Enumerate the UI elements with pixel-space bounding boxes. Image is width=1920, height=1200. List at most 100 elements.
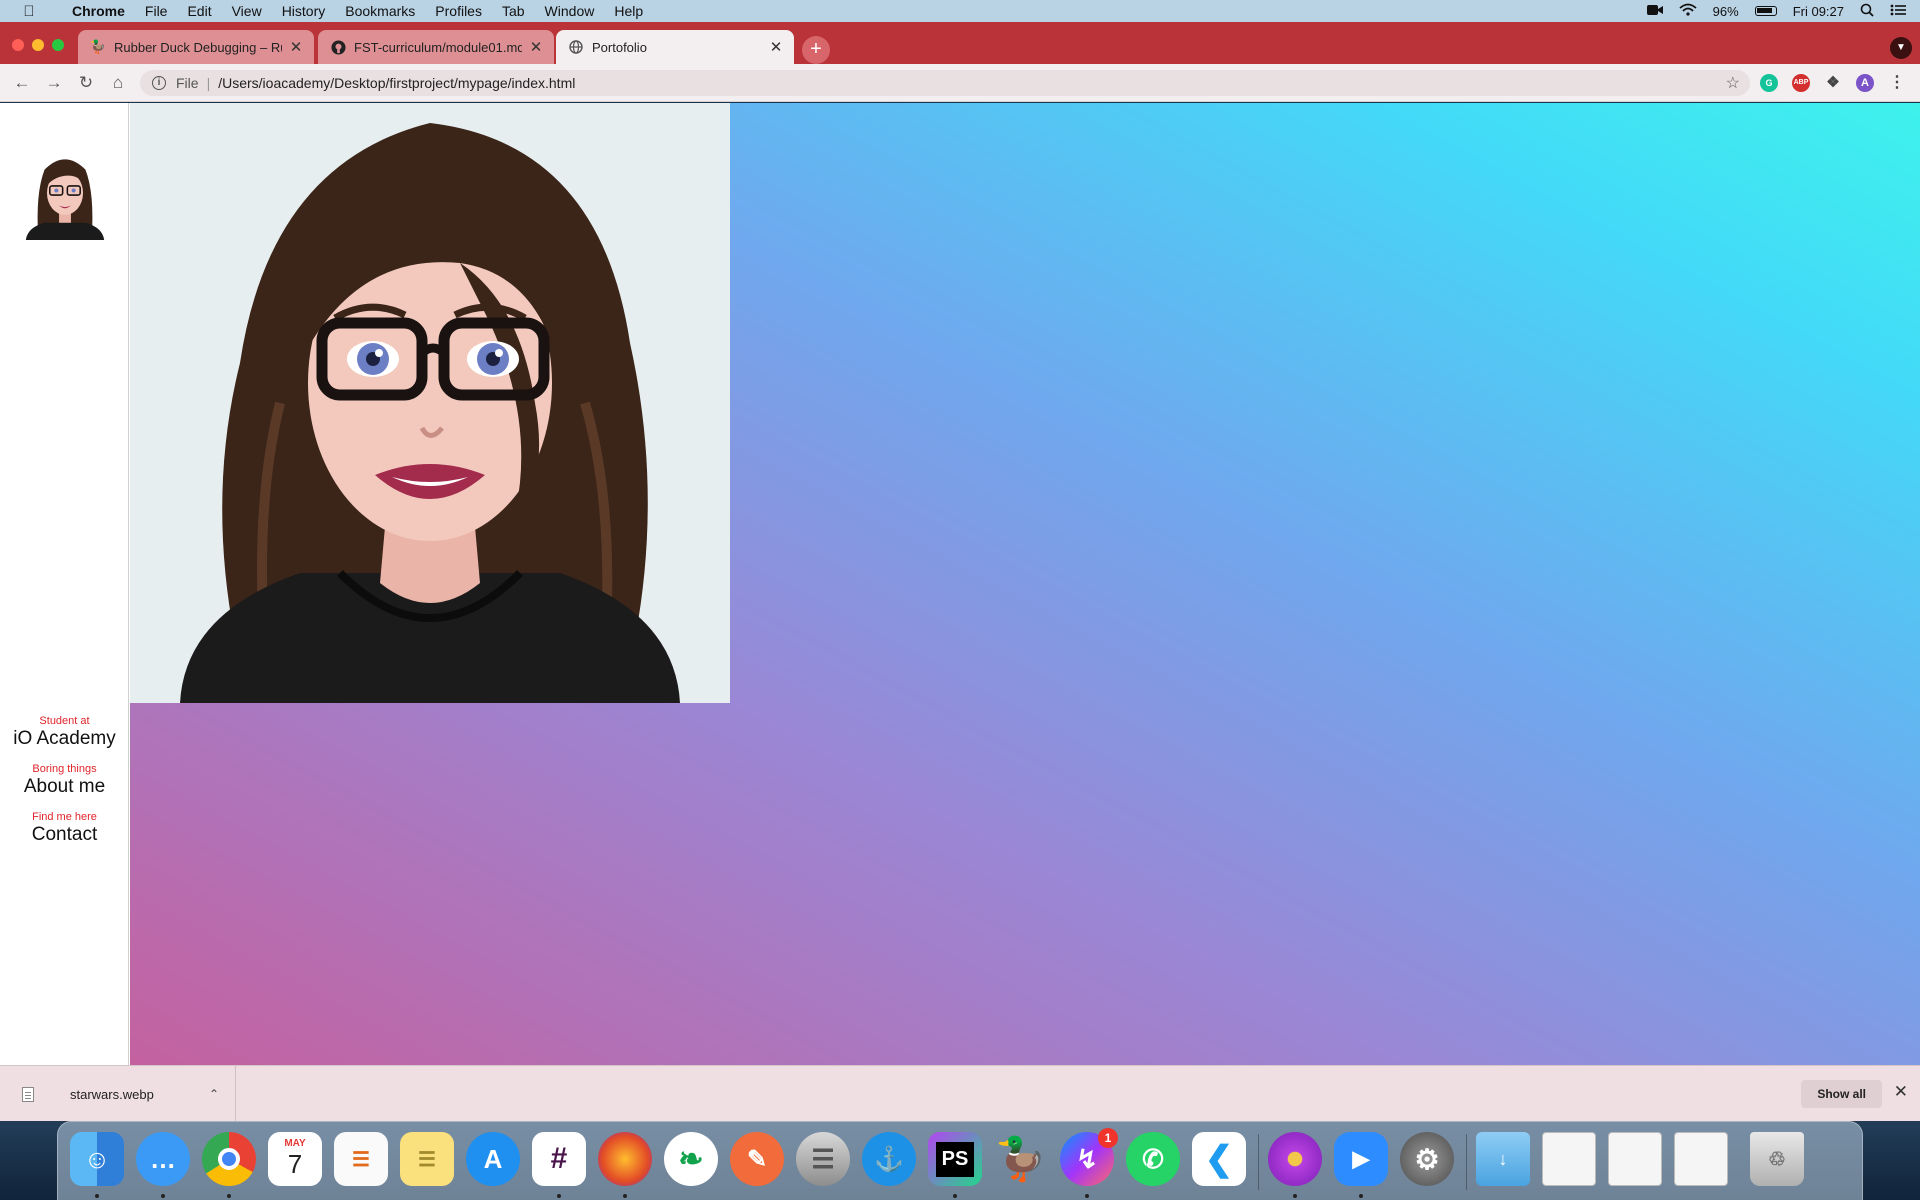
url-text[interactable]: /Users/ioacademy/Desktop/firstproject/my…	[218, 75, 575, 91]
menu-help[interactable]: Help	[614, 3, 643, 19]
site-info-icon[interactable]: i	[152, 76, 166, 90]
reload-icon[interactable]: ↻	[70, 73, 102, 93]
running-indicator	[95, 1194, 99, 1198]
apple-menu-icon[interactable]: 	[18, 3, 40, 20]
tab-close-icon[interactable]: ✕	[288, 38, 304, 56]
window-minimize-button[interactable]	[32, 39, 44, 51]
running-indicator	[557, 1194, 561, 1198]
adblock-plus-extension-icon[interactable]: ABP	[1792, 74, 1810, 92]
bookmark-star-icon[interactable]: ☆	[1726, 73, 1740, 93]
download-item[interactable]: starwars.webp ⌃	[0, 1066, 236, 1122]
menu-profiles[interactable]: Profiles	[435, 3, 482, 19]
phpstorm-label: PS	[935, 1141, 975, 1177]
grammarly-extension-icon[interactable]: G	[1760, 74, 1778, 92]
notes-icon[interactable]: ☰	[400, 1132, 454, 1186]
rubber-duck-icon[interactable]: 🦆	[994, 1132, 1048, 1186]
battery-icon[interactable]	[1754, 6, 1777, 16]
sidebar: Student at iO Academy Boring things Abou…	[0, 103, 129, 1065]
file-icon	[22, 1086, 34, 1102]
clock[interactable]: Fri 09:27	[1793, 4, 1844, 19]
menu-file[interactable]: File	[145, 3, 168, 19]
vscode-icon[interactable]: ❮	[1192, 1132, 1246, 1186]
menu-tab[interactable]: Tab	[502, 3, 525, 19]
notification-center-icon[interactable]	[1890, 4, 1906, 19]
hero-avatar-image	[130, 103, 730, 703]
notification-badge: 1	[1098, 1128, 1118, 1148]
running-indicator	[953, 1194, 957, 1198]
screenshot-thumbnail-icon[interactable]	[1674, 1132, 1728, 1186]
menu-bookmarks[interactable]: Bookmarks	[345, 3, 415, 19]
tab-title: Rubber Duck Debugging – Rub	[114, 39, 282, 55]
nav-link-about-me[interactable]: About me	[0, 776, 129, 798]
running-indicator	[161, 1194, 165, 1198]
trash-icon[interactable]: ♲	[1750, 1132, 1804, 1186]
camera-icon[interactable]	[1646, 4, 1663, 19]
tab-close-icon[interactable]: ✕	[768, 38, 784, 56]
new-tab-button[interactable]: +	[802, 36, 830, 64]
docker-icon[interactable]: ⚓	[862, 1132, 916, 1186]
slack-icon[interactable]: #	[532, 1132, 586, 1186]
reminders-icon[interactable]: ☰	[334, 1132, 388, 1186]
nav-link-io-academy[interactable]: iO Academy	[0, 728, 129, 750]
profile-avatar[interactable]: A	[1856, 74, 1874, 92]
calendar-month: MAY	[284, 1138, 306, 1149]
spotlight-search-icon[interactable]	[1860, 3, 1874, 20]
downloads-folder-icon[interactable]: ↓	[1476, 1132, 1530, 1186]
tab-fst-curriculum[interactable]: FST-curriculum/module01.md ✕	[318, 30, 554, 64]
forward-arrow-icon[interactable]: →	[38, 73, 70, 93]
nav-contact[interactable]: Find me here Contact	[0, 811, 129, 846]
tab-search-chevron-icon[interactable]: ▼	[1890, 37, 1912, 59]
page-viewport: Student at iO Academy Boring things Abou…	[0, 103, 1920, 1065]
url-scheme: File	[176, 75, 199, 91]
menu-app-name[interactable]: Chrome	[72, 3, 125, 19]
status-area: 96% Fri 09:27	[1646, 3, 1920, 20]
finder-icon[interactable]: ☺	[70, 1132, 124, 1186]
tab-rubber-duck[interactable]: 🦆 Rubber Duck Debugging – Rub ✕	[78, 30, 314, 64]
running-indicator	[1293, 1194, 1297, 1198]
window-zoom-button[interactable]	[52, 39, 64, 51]
calendar-day: 7	[287, 1149, 303, 1179]
address-bar[interactable]: i File | /Users/ioacademy/Desktop/firstp…	[140, 70, 1750, 96]
chrome-dock-icon[interactable]	[202, 1132, 256, 1186]
window-close-button[interactable]	[12, 39, 24, 51]
home-icon[interactable]: ⌂	[102, 73, 134, 93]
running-indicator	[623, 1194, 627, 1198]
zoom-icon[interactable]: ▶	[1334, 1132, 1388, 1186]
tab-title: Portofolio	[592, 39, 647, 55]
extensions-puzzle-icon[interactable]: ❖	[1824, 74, 1842, 92]
messages-icon[interactable]: …	[136, 1132, 190, 1186]
nav-caption: Boring things	[32, 763, 97, 775]
messenger-icon[interactable]: ↯ 1	[1060, 1128, 1118, 1186]
flower-app-icon[interactable]	[1268, 1132, 1322, 1186]
mongodb-compass-icon[interactable]: ❧	[664, 1132, 718, 1186]
close-icon[interactable]: ✕	[1894, 1082, 1908, 1102]
calendar-icon[interactable]: MAY 7	[268, 1132, 322, 1186]
back-arrow-icon[interactable]: ←	[6, 73, 38, 93]
nav-link-contact[interactable]: Contact	[0, 824, 129, 846]
screenshot-thumbnail-icon[interactable]	[1608, 1132, 1662, 1186]
browser-toolbar: ← → ↻ ⌂ i File | /Users/ioacademy/Deskto…	[0, 64, 1920, 102]
tab-portofolio[interactable]: Portofolio ✕	[556, 30, 794, 64]
chevron-up-icon[interactable]: ⌃	[209, 1087, 219, 1101]
menu-edit[interactable]: Edit	[187, 3, 211, 19]
download-shelf: starwars.webp ⌃ Show all ✕	[0, 1065, 1920, 1122]
download-file-name[interactable]: starwars.webp	[70, 1087, 154, 1102]
menu-view[interactable]: View	[232, 3, 262, 19]
menu-history[interactable]: History	[282, 3, 326, 19]
nav-about-me[interactable]: Boring things About me	[0, 763, 129, 798]
menu-window[interactable]: Window	[545, 3, 595, 19]
firefox-icon[interactable]	[598, 1132, 652, 1186]
whatsapp-icon[interactable]: ✆	[1126, 1132, 1180, 1186]
nav-io-academy[interactable]: Student at iO Academy	[0, 715, 129, 750]
postman-icon[interactable]: ✎	[730, 1132, 784, 1186]
chrome-menu-icon[interactable]: ⋮	[1888, 74, 1906, 92]
app-store-icon[interactable]: A	[466, 1132, 520, 1186]
sequel-pro-icon[interactable]: ☰	[796, 1132, 850, 1186]
show-all-button[interactable]: Show all	[1801, 1080, 1882, 1108]
nav-caption: Student at	[39, 715, 90, 727]
phpstorm-icon[interactable]: PS	[928, 1132, 982, 1186]
screenshot-thumbnail-icon[interactable]	[1542, 1132, 1596, 1186]
system-preferences-icon[interactable]: ⚙	[1400, 1132, 1454, 1186]
wifi-icon[interactable]	[1679, 3, 1697, 19]
tab-close-icon[interactable]: ✕	[528, 38, 544, 56]
